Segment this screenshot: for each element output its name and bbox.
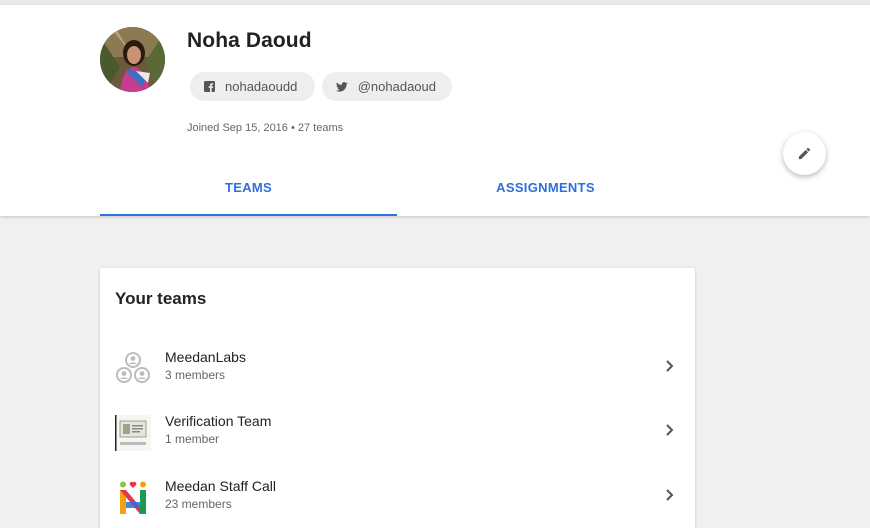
card-title: Your teams bbox=[115, 289, 207, 308]
profile-header: Noha Daoud nohadaoudd @nohadaoud Joined … bbox=[0, 5, 870, 216]
meedan-logo-icon bbox=[120, 481, 146, 514]
tab-assignments[interactable]: ASSIGNMENTS bbox=[397, 180, 694, 216]
team-name: Meedan Staff Call bbox=[165, 478, 277, 494]
chevron-right-icon bbox=[666, 360, 674, 372]
team-row-meedanlabs[interactable]: MeedanLabs 3 members bbox=[100, 342, 695, 402]
team-member-count: 3 members bbox=[165, 368, 226, 382]
team-member-count: 23 members bbox=[165, 497, 232, 511]
user-name: Noha Daoud bbox=[187, 29, 312, 52]
twitter-icon bbox=[336, 81, 348, 92]
team-row-meedan-staff-call[interactable]: Meedan Staff Call 23 members bbox=[100, 471, 695, 528]
avatar bbox=[100, 27, 165, 92]
twitter-handle: @nohadaoud bbox=[357, 79, 436, 94]
join-info: Joined Sep 15, 2016 • 27 teams bbox=[187, 122, 344, 134]
team-row-verification[interactable]: Verification Team 1 member bbox=[100, 406, 695, 466]
group-icon bbox=[116, 352, 150, 383]
team-name: MeedanLabs bbox=[165, 349, 246, 365]
verification-logo-icon bbox=[115, 415, 151, 451]
edit-profile-button[interactable] bbox=[783, 132, 826, 175]
facebook-chip[interactable]: nohadaoudd bbox=[190, 72, 315, 101]
chevron-right-icon bbox=[666, 424, 674, 436]
team-name: Verification Team bbox=[165, 413, 272, 429]
team-member-count: 1 member bbox=[165, 432, 220, 446]
tab-teams[interactable]: TEAMS bbox=[100, 180, 397, 216]
teams-card: Your teams MeedanLabs 3 members Verifica… bbox=[100, 268, 695, 528]
facebook-icon bbox=[204, 81, 215, 92]
facebook-handle: nohadaoudd bbox=[225, 79, 298, 94]
chevron-right-icon bbox=[666, 489, 674, 501]
twitter-chip[interactable]: @nohadaoud bbox=[322, 72, 452, 101]
pencil-icon bbox=[798, 147, 811, 160]
